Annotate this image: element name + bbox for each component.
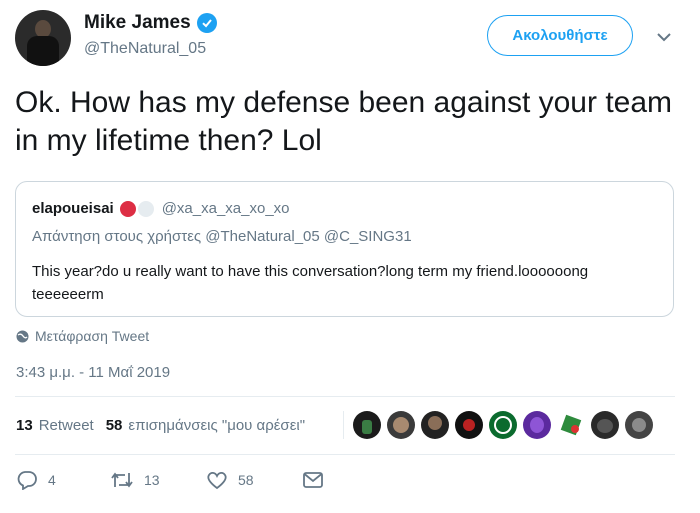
retweet-count: 13 — [144, 472, 160, 488]
user-avatar[interactable] — [15, 10, 71, 66]
reply-button[interactable]: 4 — [16, 470, 56, 490]
divider — [15, 454, 675, 455]
user-name[interactable]: Mike James — [84, 12, 191, 34]
retweet-stat[interactable]: 13 Retweet — [16, 417, 94, 434]
envelope-icon — [303, 472, 323, 488]
tweet-actions: 4 13 58 — [16, 470, 676, 496]
red-circle-icon — [119, 200, 136, 217]
tweet-stats: 13 Retweet 58 επισημάνσεις "μου αρέσει" — [16, 417, 305, 434]
like-stat-label: επισημάνσεις "μου αρέσει" — [128, 417, 306, 434]
tweet-timestamp[interactable]: 3:43 μ.μ. - 11 Μαΐ 2019 — [16, 364, 170, 381]
liker-avatar[interactable] — [523, 411, 551, 439]
like-stat-count: 58 — [105, 417, 123, 434]
quoted-tweet-header: elapoueisai @xa_xa_xa_xo_xo — [32, 200, 290, 217]
quoted-author-handle[interactable]: @xa_xa_xa_xo_xo — [162, 200, 290, 217]
liker-avatar[interactable] — [387, 411, 415, 439]
like-count: 58 — [238, 472, 254, 488]
user-name-row[interactable]: Mike James — [84, 12, 217, 34]
reply-count: 4 — [48, 472, 56, 488]
user-handle[interactable]: @TheNatural_05 — [84, 40, 206, 58]
follow-button[interactable]: Ακολουθήστε — [487, 15, 633, 56]
quoted-tweet[interactable]: elapoueisai @xa_xa_xa_xo_xo Απάντηση στο… — [15, 181, 674, 317]
heart-icon — [207, 471, 227, 490]
direct-message-button[interactable] — [302, 470, 324, 490]
retweet-stat-label: Retweet — [38, 417, 94, 434]
quoted-reply-context: Απάντηση στους χρήστες @TheNatural_05 @C… — [32, 228, 412, 245]
like-stat[interactable]: 58 επισημάνσεις "μου αρέσει" — [106, 417, 305, 434]
retweet-button[interactable]: 13 — [110, 470, 160, 490]
liker-avatar[interactable] — [591, 411, 619, 439]
likers-facepile — [353, 411, 653, 439]
retweet-stat-count: 13 — [16, 417, 33, 434]
liker-avatar[interactable] — [489, 411, 517, 439]
globe-icon — [16, 330, 29, 342]
tweet-text: Ok. How has my defense been against your… — [15, 86, 673, 157]
quoted-author-name[interactable]: elapoueisai — [32, 200, 114, 217]
translate-tweet-link[interactable]: Μετάφραση Tweet — [16, 328, 149, 344]
liker-avatar[interactable] — [455, 411, 483, 439]
liker-avatar[interactable] — [421, 411, 449, 439]
retweet-icon — [111, 472, 133, 488]
quoted-tweet-text: This year?do u really want to have this … — [32, 263, 589, 303]
stats-separator — [343, 411, 344, 439]
liker-avatar[interactable] — [625, 411, 653, 439]
liker-avatar[interactable] — [557, 411, 585, 439]
like-button[interactable]: 58 — [206, 470, 254, 490]
reply-icon — [17, 471, 37, 490]
divider — [15, 396, 675, 397]
white-circle-icon — [137, 200, 154, 217]
chevron-down-icon[interactable] — [655, 30, 673, 44]
verified-badge-icon — [196, 13, 217, 33]
translate-label[interactable]: Μετάφραση Tweet — [35, 328, 149, 344]
liker-avatar[interactable] — [353, 411, 381, 439]
